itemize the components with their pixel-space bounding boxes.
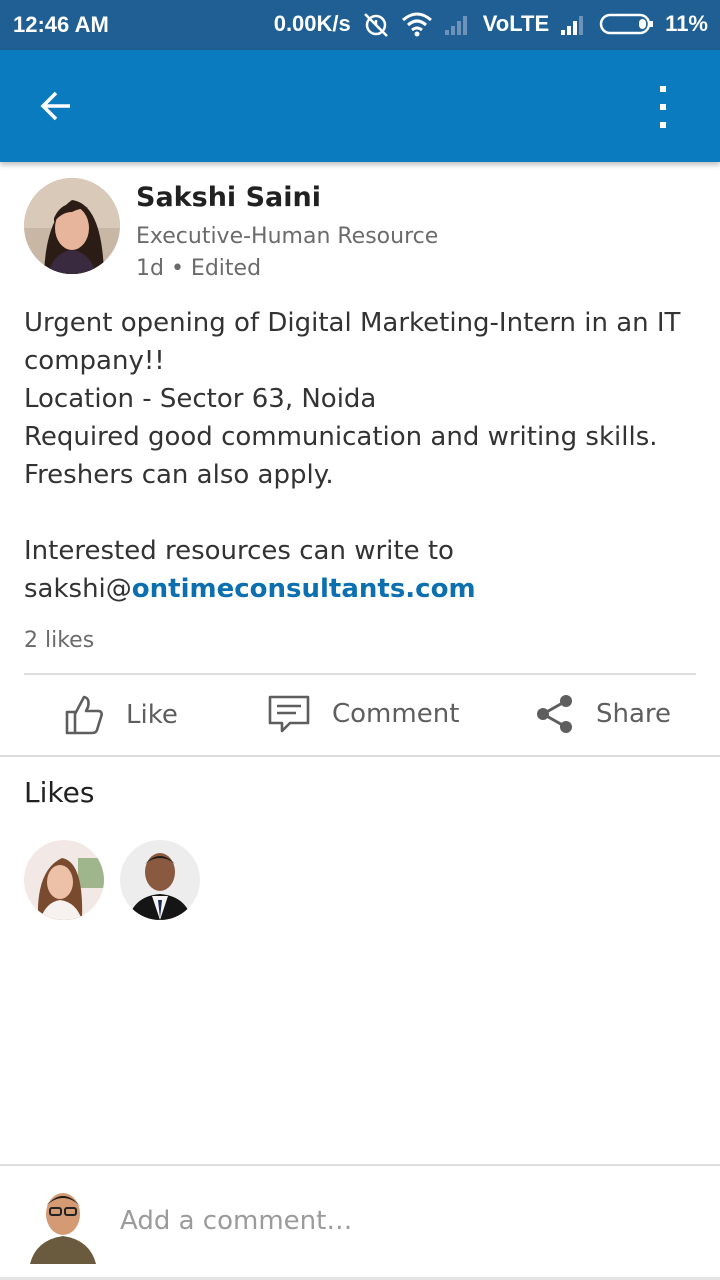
share-label: Share <box>596 699 672 729</box>
network-label: VoLTE <box>482 11 550 36</box>
post-body-line: Required good communication and writing … <box>24 422 658 452</box>
like-label: Like <box>126 700 178 730</box>
comment-input[interactable] <box>120 1206 680 1236</box>
comment-label: Comment <box>332 699 460 729</box>
status-bar: 12:46 AM 0.00K/s VoLTE 11% <box>0 0 720 50</box>
email-domain-link[interactable]: ontimeconsultants.com <box>132 574 476 604</box>
email-user: sakshi@ <box>24 574 132 604</box>
post-body-line: Freshers can also apply. <box>24 460 334 490</box>
signal-weak-icon <box>443 12 473 36</box>
email-line: sakshi@ontimeconsultants.com <box>24 570 696 608</box>
more-vert-icon[interactable] <box>648 86 678 128</box>
signal-icon <box>559 12 589 36</box>
author-avatar[interactable] <box>24 178 120 274</box>
liker-avatar[interactable] <box>24 840 104 920</box>
like-button[interactable]: Like <box>64 694 178 736</box>
wifi-icon <box>401 11 433 37</box>
contact-line: Interested resources can write to <box>24 536 454 566</box>
comment-button[interactable]: Comment <box>268 694 459 734</box>
post-body-line: Urgent opening of Digital Marketing-Inte… <box>24 308 681 338</box>
status-time: 12:46 AM <box>13 12 109 37</box>
battery-percent: 11% <box>665 11 708 36</box>
action-bar: Like Comment Share <box>0 676 720 756</box>
comment-icon <box>268 695 310 733</box>
back-arrow-icon[interactable] <box>36 86 76 126</box>
status-icons: 0.00K/s VoLTE 11% <box>274 10 708 38</box>
likers-list <box>24 840 200 920</box>
app-bar <box>0 50 720 162</box>
thumbs-up-icon <box>65 695 103 735</box>
alarm-off-icon <box>361 10 391 38</box>
my-avatar <box>26 1184 100 1264</box>
author-name[interactable]: Sakshi Saini <box>136 182 321 213</box>
share-button[interactable]: Share <box>536 694 671 734</box>
comment-bar <box>0 1164 720 1280</box>
post-body: Urgent opening of Digital Marketing-Inte… <box>24 304 696 608</box>
battery-icon <box>599 12 655 36</box>
author-headline: Executive-Human Resource <box>136 224 439 249</box>
post-body-line: company!! <box>24 346 165 376</box>
post-body-line: Location - Sector 63, Noida <box>24 384 377 414</box>
net-speed: 0.00K/s <box>273 11 351 36</box>
likes-heading: Likes <box>24 776 95 809</box>
likes-count[interactable]: 2 likes <box>24 628 94 653</box>
liker-avatar[interactable] <box>120 840 200 920</box>
post-header: Sakshi Saini Executive-Human Resource 1d… <box>24 178 696 281</box>
divider <box>0 755 720 757</box>
share-icon <box>537 695 572 733</box>
post-timestamp: 1d • Edited <box>136 256 262 281</box>
divider <box>24 673 696 675</box>
